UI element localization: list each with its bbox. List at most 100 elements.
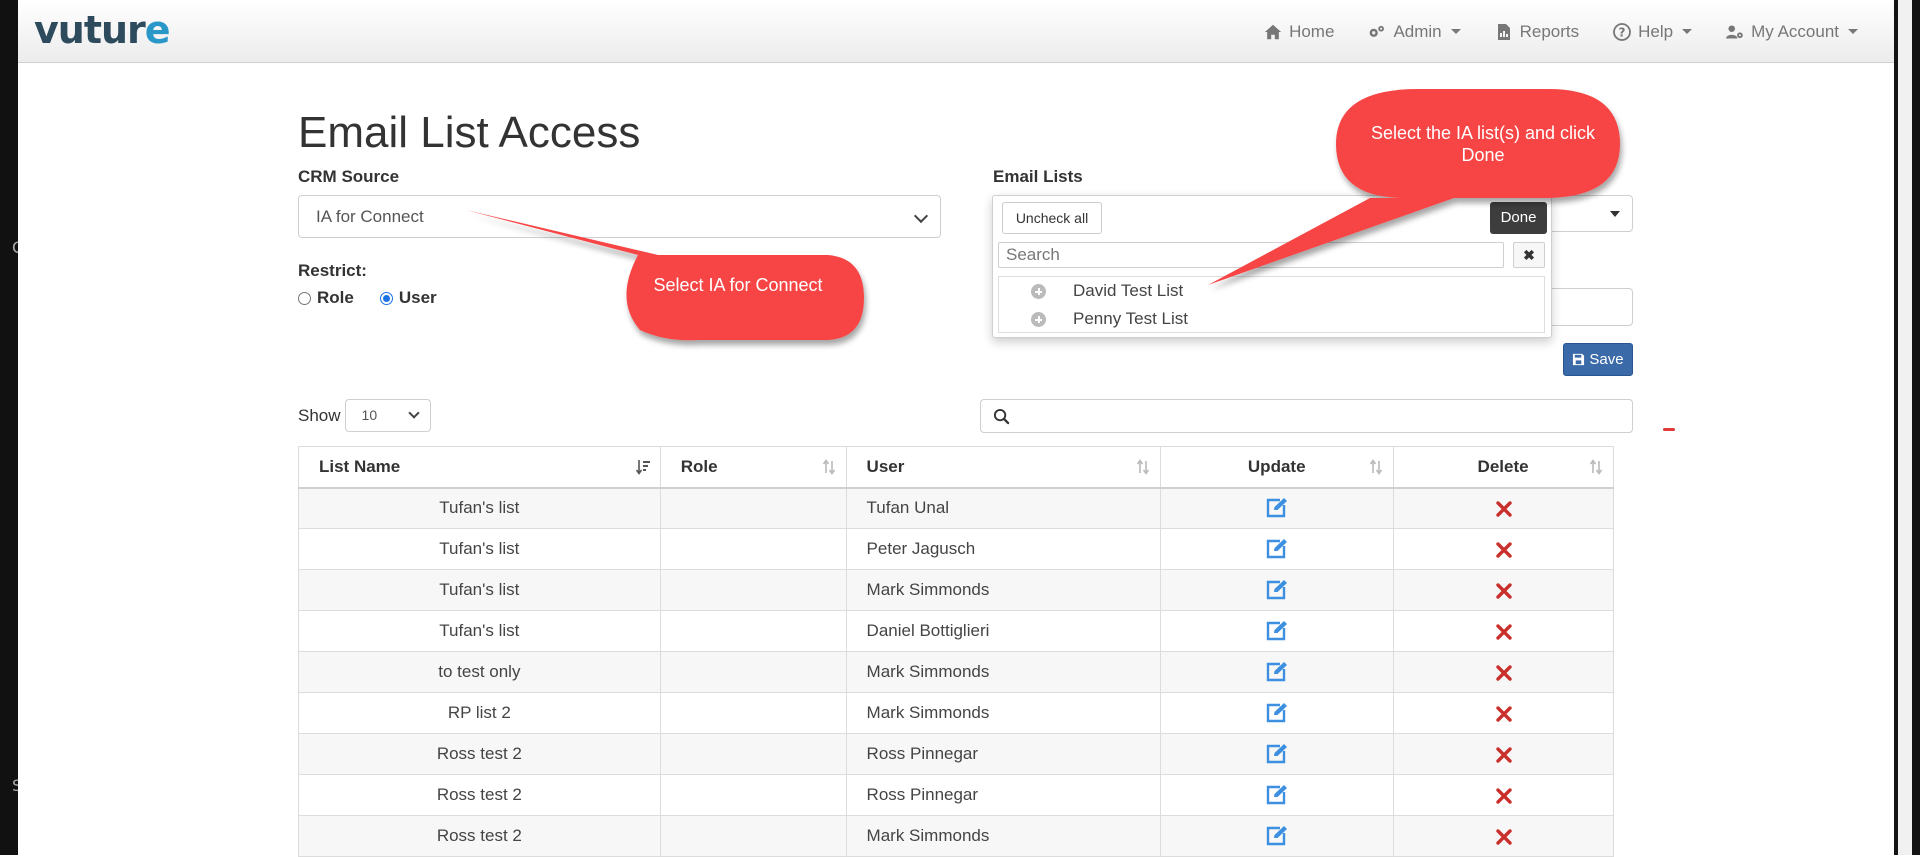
radio-role-label[interactable]: Role (317, 288, 354, 308)
edit-icon (1267, 498, 1288, 518)
nav-admin-label: Admin (1393, 21, 1442, 41)
delete-button[interactable] (1393, 815, 1614, 857)
update-button[interactable] (1160, 528, 1395, 570)
col-header-label: Update (1247, 456, 1306, 476)
cell-user: Mark Simmonds (845, 692, 1162, 734)
table-row: Tufan's list Peter Jagusch (298, 528, 1614, 570)
radio-role[interactable] (298, 291, 311, 305)
page-length-control: Show 10 (298, 399, 431, 432)
cell-list-name: Tufan's list (298, 487, 661, 529)
col-header-user[interactable]: User (845, 446, 1162, 489)
table-row: RP list 2 Mark Simmonds (298, 692, 1614, 734)
radio-user-label[interactable]: User (399, 288, 437, 308)
callout-text-select-ia: Select IA for Connect (653, 275, 823, 295)
dropdown-option[interactable]: David Test List (999, 277, 1544, 305)
cell-user: Peter Jagusch (845, 528, 1162, 570)
sort-icon (1589, 459, 1603, 475)
edit-icon (1267, 744, 1288, 764)
cell-role (659, 528, 847, 570)
done-button[interactable]: Done (1490, 202, 1547, 234)
radio-user[interactable] (379, 291, 393, 305)
cell-user: Ross Pinnegar (845, 774, 1162, 816)
callout-text-select-list: Select the IA list(s) and click Done (1370, 123, 1596, 165)
edit-icon (1267, 662, 1288, 682)
app-window: vuture Home Admin Reports ? Help My Acco… (18, 0, 1894, 857)
chevron-down-icon (1450, 29, 1461, 34)
save-button[interactable]: Save (1563, 343, 1633, 376)
question-circle-icon: ? (1613, 22, 1632, 41)
delete-button[interactable] (1393, 528, 1614, 570)
vuture-logo[interactable]: vuture (34, 8, 171, 52)
delete-button[interactable] (1393, 651, 1614, 693)
scrollbar-track[interactable] (1898, 0, 1912, 855)
delete-x-icon (1495, 828, 1512, 845)
dropdown-search-input[interactable]: Search (998, 242, 1504, 268)
email-list-access-table: List Name Role User Update Delete Tufan'… (298, 446, 1614, 857)
crm-source-select[interactable]: IA for Connect (298, 195, 941, 238)
col-header-delete[interactable]: Delete (1393, 446, 1614, 489)
caret-down-icon (1610, 211, 1620, 217)
delete-button[interactable] (1393, 610, 1614, 652)
table-row: Tufan's list Tufan Unal (298, 487, 1614, 529)
delete-button[interactable] (1393, 569, 1614, 611)
cell-list-name: RP list 2 (298, 692, 661, 734)
table-search-input[interactable] (980, 399, 1633, 433)
col-header-list-name[interactable]: List Name (298, 446, 661, 489)
user-cog-icon (1726, 24, 1743, 39)
update-button[interactable] (1160, 487, 1395, 529)
restrict-radio-group: Role User (298, 288, 437, 308)
delete-x-icon (1495, 664, 1512, 681)
clear-search-button[interactable]: ✖ (1513, 242, 1545, 268)
cell-role (659, 692, 847, 734)
cell-user: Ross Pinnegar (845, 733, 1162, 775)
edit-icon (1267, 539, 1288, 559)
nav-help[interactable]: ? Help (1613, 22, 1693, 42)
cell-role (659, 610, 847, 652)
col-header-role[interactable]: Role (659, 446, 847, 489)
red-mark (1663, 428, 1675, 431)
delete-button[interactable] (1393, 774, 1614, 816)
nav-admin[interactable]: Admin (1368, 21, 1461, 42)
update-button[interactable] (1160, 815, 1395, 857)
update-button[interactable] (1160, 692, 1395, 734)
sort-icon (1369, 459, 1383, 475)
delete-button[interactable] (1393, 487, 1614, 529)
vertical-scrollbar[interactable] (1894, 0, 1920, 855)
update-button[interactable] (1160, 651, 1395, 693)
cell-list-name: Ross test 2 (298, 774, 661, 816)
top-navbar: vuture Home Admin Reports ? Help My Acco… (18, 0, 1894, 63)
delete-x-icon (1495, 787, 1512, 804)
nav-reports[interactable]: Reports (1495, 21, 1580, 42)
update-button[interactable] (1160, 733, 1395, 775)
edit-icon (1267, 785, 1288, 805)
delete-button[interactable] (1393, 733, 1614, 775)
dropdown-option[interactable]: Penny Test List (999, 305, 1544, 333)
chevron-down-icon (913, 208, 929, 224)
nav-home[interactable]: Home (1264, 22, 1334, 42)
nav-my-account[interactable]: My Account (1726, 22, 1858, 42)
crm-source-label: CRM Source (298, 167, 400, 186)
cell-user: Mark Simmonds (845, 815, 1162, 857)
update-button[interactable] (1160, 774, 1395, 816)
table-row: Ross test 2 Ross Pinnegar (298, 774, 1614, 816)
chevron-down-icon (407, 407, 420, 419)
cell-user: Mark Simmonds (845, 569, 1162, 611)
secondary-input[interactable] (1548, 288, 1633, 326)
chevron-down-icon (1682, 29, 1693, 34)
cell-role (659, 651, 847, 693)
uncheck-all-button[interactable]: Uncheck all (1002, 202, 1102, 234)
crm-source-value: IA for Connect (316, 207, 424, 226)
delete-button[interactable] (1393, 692, 1614, 734)
col-header-update[interactable]: Update (1160, 446, 1395, 489)
email-lists-label: Email Lists (993, 167, 1083, 186)
cell-list-name: Tufan's list (298, 569, 661, 611)
nav-reports-label: Reports (1519, 21, 1580, 41)
table-row: Tufan's list Daniel Bottiglieri (298, 610, 1614, 652)
update-button[interactable] (1160, 610, 1395, 652)
page-length-select[interactable]: 10 (344, 399, 431, 432)
plus-circle-icon (1031, 283, 1046, 299)
delete-x-icon (1495, 582, 1512, 599)
sort-desc-icon (635, 460, 650, 475)
update-button[interactable] (1160, 569, 1395, 611)
cell-role (659, 569, 847, 611)
